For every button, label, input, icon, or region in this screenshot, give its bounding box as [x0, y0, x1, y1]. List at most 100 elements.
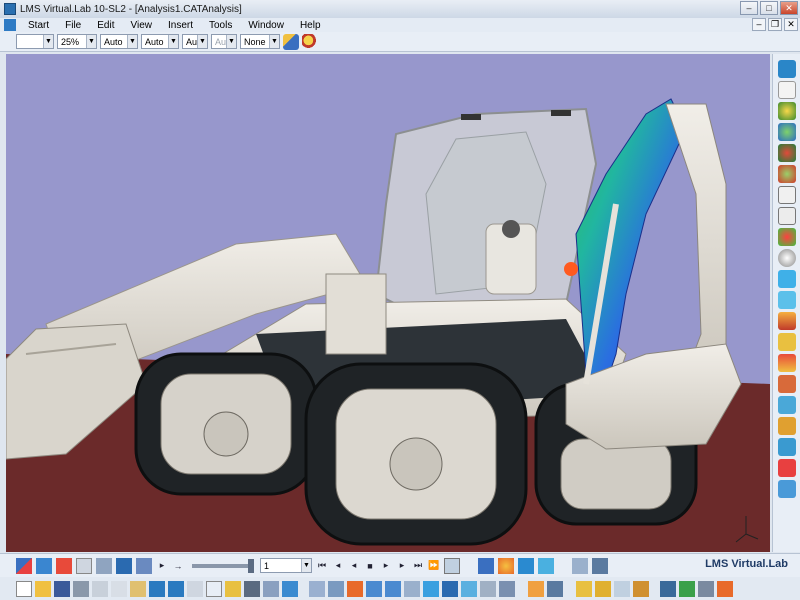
fit-all-icon[interactable] [309, 580, 325, 597]
doc-restore-button[interactable]: ❐ [768, 18, 782, 31]
vibration-icon[interactable] [777, 207, 796, 225]
swap-icon[interactable] [572, 557, 588, 574]
shortcut-icon[interactable] [698, 580, 714, 597]
doc-minimize-button[interactable]: – [752, 18, 766, 31]
formula-icon[interactable] [206, 580, 222, 597]
undo-icon[interactable] [149, 580, 165, 597]
zoom-out-icon[interactable] [385, 580, 401, 597]
multi-view-icon[interactable] [423, 580, 439, 597]
sphere-icon[interactable] [777, 249, 796, 267]
connection-icon[interactable] [777, 186, 796, 204]
format-painter-icon[interactable] [302, 33, 318, 50]
shading-icon[interactable] [461, 580, 477, 597]
menu-insert[interactable]: Insert [160, 20, 201, 31]
sensor-list-icon[interactable] [777, 459, 796, 477]
export-icon[interactable] [777, 417, 796, 435]
sensor-icon[interactable] [777, 354, 796, 372]
material-icon[interactable] [777, 228, 796, 246]
menu-tools[interactable]: Tools [201, 20, 240, 31]
swap-visible-icon[interactable] [499, 580, 515, 597]
info-icon[interactable] [136, 557, 152, 574]
linetype-combo[interactable]: Aut▼ [182, 34, 208, 49]
maximize-button[interactable]: □ [760, 1, 778, 15]
report-icon[interactable] [777, 333, 796, 351]
pan-icon[interactable] [328, 580, 344, 597]
step-arrow-icon[interactable]: → [172, 561, 184, 571]
catalog-icon[interactable] [547, 580, 563, 597]
frame-combo[interactable]: 1 ▼ [260, 558, 312, 573]
measure-item-icon[interactable] [595, 580, 611, 597]
menu-help[interactable]: Help [292, 20, 329, 31]
stress-icon[interactable] [56, 557, 72, 574]
chevron-down-icon[interactable]: ▼ [43, 35, 53, 48]
chevron-down-icon[interactable]: ▼ [127, 35, 137, 48]
capture-icon[interactable] [518, 557, 534, 574]
settings-icon[interactable] [717, 580, 733, 597]
thickness-combo[interactable]: Auto ▼ [141, 34, 179, 49]
tree-icon[interactable] [528, 580, 544, 597]
print-icon[interactable] [73, 580, 89, 597]
mesh-icon[interactable] [777, 144, 796, 162]
zoom-in-icon[interactable] [366, 580, 382, 597]
plot-icon[interactable] [777, 396, 796, 414]
apply-material-icon[interactable] [633, 580, 649, 597]
open-folder-icon[interactable] [35, 580, 51, 597]
measure-inertia-icon[interactable] [614, 580, 630, 597]
iso-view-icon[interactable] [442, 580, 458, 597]
cut-icon[interactable] [92, 580, 108, 597]
menu-edit[interactable]: Edit [89, 20, 122, 31]
solver-icon[interactable] [777, 165, 796, 183]
workbench-icon[interactable] [777, 60, 796, 78]
fly-mode-icon[interactable] [282, 580, 298, 597]
deformation-icon[interactable] [36, 557, 52, 574]
measure-icon[interactable] [777, 375, 796, 393]
chevron-down-icon[interactable]: ▼ [86, 35, 96, 48]
select-arrow-icon[interactable] [777, 81, 796, 99]
load-icon[interactable] [777, 123, 796, 141]
next-frame-icon[interactable]: ▸ [396, 560, 408, 571]
normal-view-icon[interactable] [404, 580, 420, 597]
play-back-icon[interactable]: ◂ [348, 560, 360, 571]
hide-show-icon[interactable] [480, 580, 496, 597]
copy-icon[interactable] [111, 580, 127, 597]
stop-icon[interactable]: ■ [364, 561, 376, 571]
minimize-button[interactable]: – [740, 1, 758, 15]
chevron-down-icon[interactable]: ▼ [269, 35, 279, 48]
chevron-down-icon[interactable]: ▼ [301, 559, 311, 572]
knowledge-icon[interactable] [225, 580, 241, 597]
layer-combo[interactable]: None ▼ [240, 34, 280, 49]
animation-icon[interactable] [777, 312, 796, 330]
image-icon[interactable] [777, 438, 796, 456]
cut-plane-icon[interactable] [96, 557, 112, 574]
loop-icon[interactable]: ⏩ [428, 560, 440, 571]
table-icon[interactable] [116, 557, 132, 574]
cycle-icon[interactable] [660, 580, 676, 597]
triad-icon[interactable] [478, 557, 494, 574]
table-view-icon[interactable] [263, 580, 279, 597]
doc-close-button[interactable]: ✕ [784, 18, 798, 31]
zoom-combo[interactable]: 25% ▼ [57, 34, 97, 49]
frame-slider[interactable] [192, 558, 254, 573]
3d-viewport[interactable] [6, 54, 770, 552]
save-icon[interactable] [54, 580, 70, 597]
paste-icon[interactable] [130, 580, 146, 597]
menu-file[interactable]: File [57, 20, 89, 31]
play-forward-icon[interactable]: ▸ [380, 560, 392, 571]
play-icon[interactable]: ▸ [156, 560, 168, 571]
last-frame-icon[interactable]: ⏭ [412, 560, 424, 571]
chevron-down-icon[interactable]: ▼ [168, 35, 178, 48]
export-data-icon[interactable] [592, 557, 608, 574]
color-combo[interactable]: Auto ▼ [100, 34, 138, 49]
close-button[interactable]: ✕ [780, 1, 798, 15]
axis-system-icon[interactable] [16, 557, 32, 574]
grid-view-icon[interactable] [244, 580, 260, 597]
video-icon[interactable] [444, 557, 460, 574]
color-palette-icon[interactable] [498, 557, 514, 574]
chevron-down-icon[interactable]: ▼ [197, 35, 207, 48]
menu-view[interactable]: View [122, 20, 160, 31]
result-icon[interactable] [777, 291, 796, 309]
slider-thumb[interactable] [248, 558, 254, 573]
catia-logo-icon[interactable] [4, 19, 16, 31]
menu-window[interactable]: Window [240, 20, 292, 31]
measure-between-icon[interactable] [576, 580, 592, 597]
